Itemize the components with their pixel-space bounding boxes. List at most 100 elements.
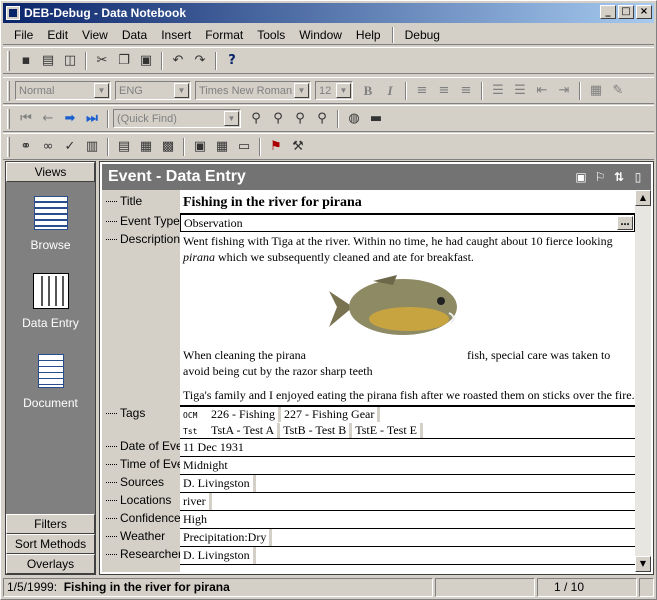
spellcheck-icon[interactable]: ✓ [60,137,80,157]
first-record-icon[interactable]: ⏮ [16,109,36,129]
toolbar-grip[interactable] [7,50,10,71]
menu-format[interactable]: Format [198,28,250,42]
views-header[interactable]: Views [6,162,95,182]
maximize-button[interactable]: □ [618,5,634,19]
minimize-button[interactable]: _ [600,5,616,19]
print-preview-icon[interactable]: ◫ [60,51,80,71]
menu-edit[interactable]: Edit [40,28,75,42]
vertical-scrollbar[interactable]: ▲ ▼ [635,190,651,572]
folder-icon[interactable]: ▬ [366,109,386,129]
scroll-up-icon[interactable]: ▲ [635,190,651,206]
sort-methods-button[interactable]: Sort Methods [6,534,95,554]
weather-chip[interactable]: Precipitation:Dry [183,529,273,546]
record-list-icon[interactable]: ▦ [136,137,156,157]
highlight-icon[interactable]: ✎ [608,81,628,101]
sort-icon[interactable]: ⇅ [612,169,626,185]
table-icon[interactable]: ▦ [212,137,232,157]
font-size-select[interactable]: 12 ▼ [315,81,353,100]
toolbar-grip[interactable] [7,80,10,101]
filters-button[interactable]: Filters [6,514,95,534]
record-grid-icon[interactable]: ▩ [158,137,178,157]
align-center-icon[interactable]: ≡ [434,81,454,101]
chevron-down-icon[interactable]: ▼ [224,111,239,126]
last-record-icon[interactable]: ⏭ [82,109,102,129]
view-browse[interactable]: Browse [6,196,95,252]
bold-button[interactable]: B [358,81,378,101]
menu-data[interactable]: Data [115,28,154,42]
close-button[interactable]: × [636,5,652,19]
align-right-icon[interactable]: ≡ [456,81,476,101]
chevron-down-icon[interactable]: ▼ [174,83,189,98]
toolbar-grip[interactable] [7,136,10,157]
redo-icon[interactable]: ↷ [190,51,210,71]
find-all-icon[interactable]: ⚲ [312,109,332,129]
record-icon[interactable]: ▤ [114,137,134,157]
calculator-icon[interactable]: ▣ [190,137,210,157]
location-chip[interactable]: river [183,493,212,510]
menu-insert[interactable]: Insert [154,28,198,42]
researcher-chip[interactable]: D. Livingston [183,547,256,564]
researcher-field[interactable]: D. Livingston [180,547,635,565]
undo-icon[interactable]: ↶ [168,51,188,71]
cube-icon[interactable]: ▣ [574,169,588,185]
monitor-icon[interactable]: ▭ [234,137,254,157]
find-icon[interactable]: ⚲ [246,109,266,129]
date-field[interactable]: 11 Dec 1931 [180,439,635,457]
scroll-down-icon[interactable]: ▼ [635,556,651,572]
outdent-icon[interactable]: ⇤ [532,81,552,101]
menu-tools[interactable]: Tools [250,28,292,42]
numbered-list-icon[interactable]: ☰ [488,81,508,101]
menu-window[interactable]: Window [292,28,349,42]
cut-icon[interactable]: ✂ [92,51,112,71]
overlays-button[interactable]: Overlays [6,554,95,574]
menu-file[interactable]: File [7,28,40,42]
tags-field[interactable]: OCM 226 - Fishing 227 - Fishing Gear Tst T… [180,406,635,439]
page-icon[interactable]: ▯ [631,169,645,185]
indent-icon[interactable]: ⇥ [554,81,574,101]
app-icon[interactable] [6,6,20,20]
italic-button[interactable]: I [380,81,400,101]
find-previous-icon[interactable]: ⚲ [290,109,310,129]
language-select[interactable]: ENG ▼ [115,81,191,100]
toolbar-grip[interactable] [7,108,10,129]
tag-item[interactable]: TstA - Test A [211,423,281,438]
menu-view[interactable]: View [75,28,115,42]
save-icon[interactable]: ▪ [16,51,36,71]
quick-find-input[interactable]: (Quick Find) ▼ [113,109,241,128]
chain-link-icon[interactable]: ∞ [38,137,58,157]
event-type-field[interactable]: Observation ... [180,214,635,232]
chevron-down-icon[interactable]: ▼ [294,83,309,98]
tag-item[interactable]: 227 - Fishing Gear [284,407,381,422]
font-select[interactable]: Times New Roman ▼ [195,81,311,100]
locations-field[interactable]: river [180,493,635,511]
menu-debug[interactable]: Debug [398,28,447,42]
chevron-down-icon[interactable]: ▼ [94,83,109,98]
description-field[interactable]: Went fishing with Tiga at the river. Wit… [180,232,635,406]
context-help-icon[interactable]: ? [222,51,242,71]
align-left-icon[interactable]: ≡ [412,81,432,101]
view-document[interactable]: Document [6,354,95,410]
tag-item[interactable]: TstE - Test E [355,423,423,438]
title-field[interactable]: Fishing in the river for pirana [180,194,635,214]
border-icon[interactable]: ▦ [586,81,606,101]
bookmark-icon[interactable]: ▥ [82,137,102,157]
ellipsis-button[interactable]: ... [617,215,633,230]
filter-icon[interactable]: ⚐ [593,169,607,185]
previous-record-icon[interactable]: ← [38,109,58,129]
flag-icon[interactable]: ⚑ [266,137,286,157]
next-record-icon[interactable]: ➡ [60,109,80,129]
menu-help[interactable]: Help [349,28,388,42]
style-select[interactable]: Normal ▼ [15,81,111,100]
confidence-field[interactable]: High [180,511,635,529]
link-data-icon[interactable]: ⚭ [16,137,36,157]
sources-field[interactable]: D. Livingston [180,475,635,493]
tag-item[interactable]: 226 - Fishing [211,407,282,422]
tools-icon[interactable]: ⚒ [288,137,308,157]
bullet-list-icon[interactable]: ☰ [510,81,530,101]
source-chip[interactable]: D. Livingston [183,475,256,492]
print-icon[interactable]: ▤ [38,51,58,71]
tag-item[interactable]: TstB - Test B [283,423,353,438]
find-next-icon[interactable]: ⚲ [268,109,288,129]
globe-icon[interactable]: ◍ [344,109,364,129]
view-data-entry[interactable]: Data Entry [6,273,95,330]
